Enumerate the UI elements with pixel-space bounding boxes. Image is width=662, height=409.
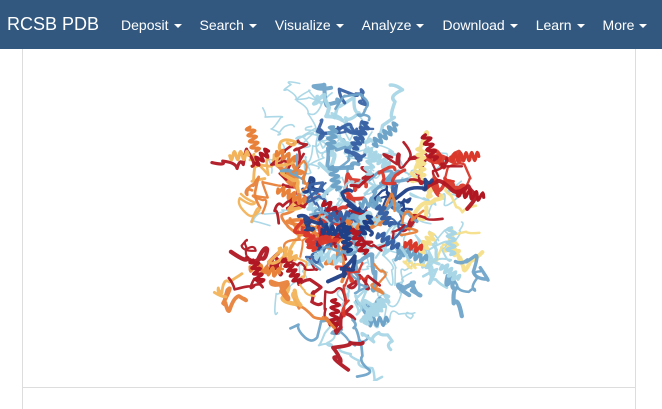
nav-learn-label: Learn [535,16,572,33]
caret-down-icon [173,23,182,28]
nav-visualize-dropdown[interactable]: Visualize [266,0,353,49]
nav-analyze-label: Analyze [361,16,412,33]
caret-down-icon [416,23,425,28]
structure-panel [22,49,636,409]
nav-learn-dropdown[interactable]: Learn [527,0,594,49]
caret-down-icon [509,23,518,28]
nav-download-dropdown[interactable]: Download [433,0,526,49]
caret-down-icon [639,23,648,28]
nav-search-label: Search [199,16,244,33]
nav-analyze-dropdown[interactable]: Analyze [353,0,434,49]
nav-visualize-label: Visualize [274,16,331,33]
protein-structure-image[interactable] [183,63,519,381]
caret-down-icon [248,23,257,28]
nav-download-label: Download [442,16,505,33]
nav-deposit-label: Deposit [121,16,169,33]
nav-more-dropdown[interactable]: More [594,0,657,49]
nav-deposit-dropdown[interactable]: Deposit [112,0,190,49]
caret-down-icon [576,23,585,28]
nav-more-label: More [602,16,635,33]
top-navbar: RCSB PDB Deposit Search Visualize Analyz… [0,0,662,49]
nav-search-dropdown[interactable]: Search [191,0,266,49]
panel-divider [23,387,635,388]
caret-down-icon [335,23,344,28]
site-logo-link[interactable]: RCSB PDB [7,14,99,35]
